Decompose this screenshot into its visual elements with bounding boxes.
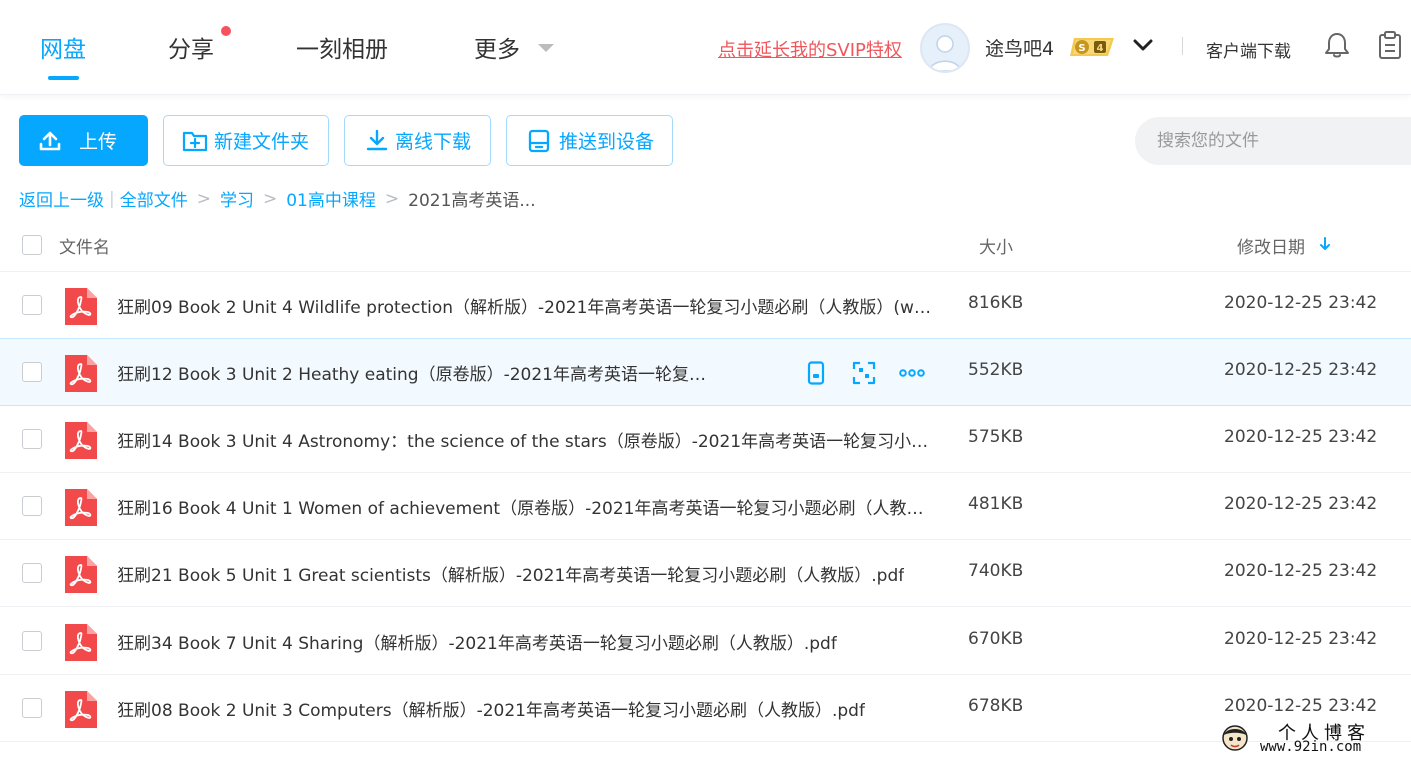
file-row[interactable]: 狂刷34 Book 7 Unit 4 Sharing（解析版）-2021年高考英… <box>0 608 1411 675</box>
column-header-name[interactable]: 文件名 <box>59 233 110 258</box>
file-name[interactable]: 狂刷16 Book 4 Unit 1 Women of achievement（… <box>117 494 939 519</box>
download-icon <box>366 129 388 150</box>
nav-tab-moment-album[interactable]: 一刻相册 <box>296 30 388 64</box>
breadcrumb-separator: > <box>384 188 400 209</box>
file-modified-date: 2020-12-25 23:42 <box>1224 561 1378 581</box>
file-size: 481KB <box>968 494 1024 514</box>
offline-download-button[interactable]: 离线下载 <box>344 115 491 166</box>
pdf-icon <box>65 288 97 325</box>
breadcrumb-current-folder: 2021高考英语... <box>408 191 536 211</box>
watermark-face-icon <box>1222 725 1248 751</box>
file-name[interactable]: 狂刷12 Book 3 Unit 2 Heathy eating（原卷版）-20… <box>117 360 717 385</box>
pdf-icon <box>65 489 97 526</box>
file-row[interactable]: 狂刷21 Book 5 Unit 1 Great scientists（解析版）… <box>0 540 1411 607</box>
file-name[interactable]: 狂刷09 Book 2 Unit 4 Wildlife protection（解… <box>117 293 939 318</box>
push-to-device-label: 推送到设备 <box>559 131 655 153</box>
file-modified-date: 2020-12-25 23:42 <box>1224 427 1378 447</box>
file-row[interactable]: 狂刷14 Book 3 Unit 4 Astronomy：the science… <box>0 406 1411 473</box>
breadcrumb-all-files[interactable]: 全部文件 <box>120 186 188 211</box>
notification-dot <box>221 26 231 36</box>
pdf-icon <box>65 624 97 661</box>
active-tab-indicator <box>48 76 79 80</box>
file-modified-date: 2020-12-25 23:42 <box>1224 629 1378 649</box>
pdf-icon <box>65 355 97 392</box>
file-size: 816KB <box>968 293 1024 313</box>
client-download-link[interactable]: 客户端下载 <box>1206 37 1291 62</box>
new-folder-label: 新建文件夹 <box>214 131 310 153</box>
breadcrumb-study[interactable]: 学习 <box>220 186 254 211</box>
more-caret-icon[interactable] <box>538 44 554 52</box>
file-table-header: 文件名 大小 修改日期 <box>0 220 1411 272</box>
svg-text:S: S <box>1078 43 1085 54</box>
pdf-icon <box>65 691 97 728</box>
row-checkbox[interactable] <box>22 698 42 718</box>
new-folder-button[interactable]: 新建文件夹 <box>163 115 329 166</box>
file-size: 552KB <box>968 360 1024 380</box>
file-size: 740KB <box>968 561 1024 581</box>
avatar[interactable] <box>920 23 970 73</box>
file-modified-date: 2020-12-25 23:42 <box>1224 293 1378 313</box>
svip-renew-link[interactable]: 点击延长我的SVIP特权 <box>718 36 902 62</box>
send-to-phone-icon[interactable] <box>804 361 828 385</box>
row-checkbox[interactable] <box>22 362 42 382</box>
offline-download-label: 离线下载 <box>395 131 472 153</box>
file-row-hovered[interactable]: 狂刷12 Book 3 Unit 2 Heathy eating（原卷版）-20… <box>0 338 1411 406</box>
svg-text:4: 4 <box>1097 43 1104 54</box>
column-header-modified[interactable]: 修改日期 <box>1237 233 1305 258</box>
row-checkbox[interactable] <box>22 429 42 449</box>
breadcrumb-back-link[interactable]: 返回上一级 <box>19 186 104 211</box>
file-size: 670KB <box>968 629 1024 649</box>
folder-plus-icon <box>182 131 208 151</box>
breadcrumb-separator: > <box>196 188 211 209</box>
column-header-size[interactable]: 大小 <box>979 233 1013 258</box>
site-watermark: 个人博客 www.92in.com <box>1218 718 1411 759</box>
top-navigation-bar: 网盘 分享 一刻相册 更多 点击延长我的SVIP特权 途鸟吧4 S 4 客户端下… <box>0 0 1411 95</box>
row-checkbox[interactable] <box>22 295 42 315</box>
breadcrumb: 返回上一级 | 全部文件 > 学习 > 01高中课程 > 2021高考英语... <box>19 186 536 212</box>
row-checkbox[interactable] <box>22 631 42 651</box>
svip-level-badge: S 4 <box>1068 36 1116 58</box>
upload-icon <box>39 131 61 150</box>
file-name[interactable]: 狂刷34 Book 7 Unit 4 Sharing（解析版）-2021年高考英… <box>117 629 837 654</box>
push-to-device-button[interactable]: 推送到设备 <box>506 115 673 166</box>
upload-button[interactable]: 上传 <box>19 115 148 166</box>
file-row[interactable]: 狂刷09 Book 2 Unit 4 Wildlife protection（解… <box>0 272 1411 339</box>
qr-scan-icon[interactable] <box>852 361 876 385</box>
upload-label: 上传 <box>79 131 118 153</box>
bell-icon[interactable] <box>1324 31 1350 59</box>
file-name[interactable]: 狂刷14 Book 3 Unit 4 Astronomy：the science… <box>117 427 939 452</box>
nav-tab-more[interactable]: 更多 <box>474 30 520 64</box>
file-row[interactable]: 狂刷16 Book 4 Unit 1 Women of achievement（… <box>0 473 1411 540</box>
row-checkbox[interactable] <box>22 496 42 516</box>
nav-tab-share[interactable]: 分享 <box>168 30 214 64</box>
clipboard-icon[interactable] <box>1377 30 1403 60</box>
watermark-url: www.92in.com <box>1260 739 1362 755</box>
select-all-checkbox[interactable] <box>22 235 42 255</box>
file-row[interactable]: 狂刷08 Book 2 Unit 3 Computers（解析版）-2021年高… <box>0 675 1411 742</box>
account-menu-chevron-down-icon[interactable] <box>1132 36 1154 54</box>
pdf-icon <box>65 556 97 593</box>
file-modified-date: 2020-12-25 23:42 <box>1224 696 1378 716</box>
breadcrumb-separator: > <box>262 188 278 209</box>
device-icon <box>528 129 550 152</box>
file-size: 575KB <box>968 427 1024 447</box>
sort-down-arrow-icon[interactable] <box>1319 236 1331 252</box>
file-name[interactable]: 狂刷08 Book 2 Unit 3 Computers（解析版）-2021年高… <box>117 696 865 721</box>
more-icon[interactable] <box>899 361 925 385</box>
file-size: 678KB <box>968 696 1024 716</box>
nav-tab-netdisk[interactable]: 网盘 <box>40 30 86 64</box>
file-modified-date: 2020-12-25 23:42 <box>1224 494 1378 514</box>
pdf-icon <box>65 422 97 459</box>
username[interactable]: 途鸟吧4 <box>985 34 1054 61</box>
breadcrumb-separator: | <box>109 188 115 209</box>
file-modified-date: 2020-12-25 23:42 <box>1224 360 1378 380</box>
row-checkbox[interactable] <box>22 563 42 583</box>
search-input[interactable] <box>1135 117 1411 165</box>
breadcrumb-highschool-courses[interactable]: 01高中课程 <box>286 186 376 211</box>
divider <box>1182 37 1183 55</box>
file-name[interactable]: 狂刷21 Book 5 Unit 1 Great scientists（解析版）… <box>117 561 904 586</box>
